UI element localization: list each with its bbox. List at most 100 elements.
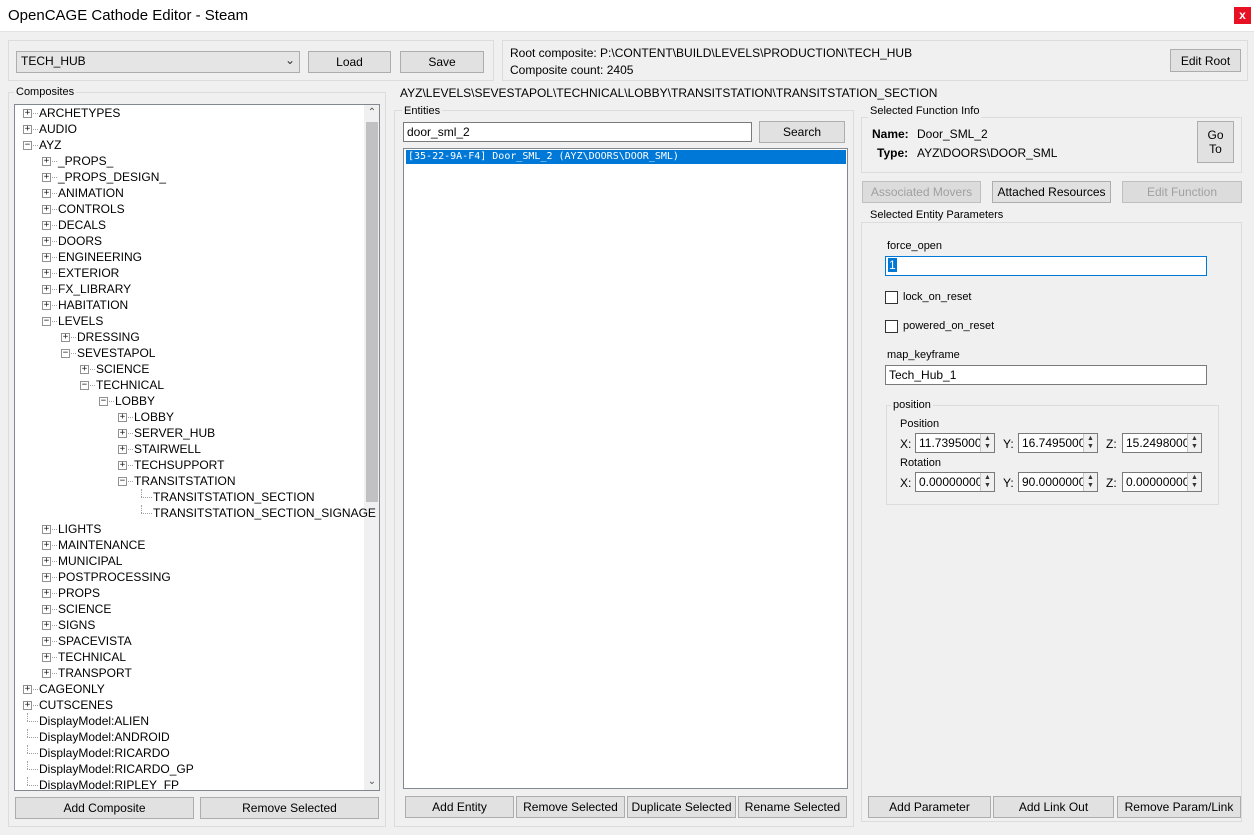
- rot-z-spinner-icon[interactable]: ▲ ▼: [1187, 473, 1201, 491]
- expand-icon[interactable]: +: [61, 333, 70, 342]
- map-keyframe-field[interactable]: Tech_Hub_1: [885, 365, 1207, 385]
- expand-icon[interactable]: +: [42, 589, 51, 598]
- pos-x-spinner-icon[interactable]: ▲ ▼: [980, 434, 994, 452]
- close-button[interactable]: x: [1234, 7, 1251, 24]
- expand-icon[interactable]: +: [42, 237, 51, 246]
- goto-button[interactable]: Go To: [1197, 121, 1234, 163]
- add-link-out-button[interactable]: Add Link Out: [993, 796, 1114, 818]
- tree-scrollbar[interactable]: ⌃ ⌄: [364, 105, 379, 790]
- pos-x-field[interactable]: 11.7395000(▲ ▼: [915, 433, 995, 453]
- tree-node[interactable]: + LIGHTS: [15, 521, 363, 537]
- tree-node[interactable]: + ENGINEERING: [15, 249, 363, 265]
- expand-icon[interactable]: +: [42, 557, 51, 566]
- tree-node[interactable]: DisplayModel:RICARDO_GP: [15, 761, 363, 777]
- tree-node[interactable]: + SCIENCE: [15, 361, 363, 377]
- remove-entity-button[interactable]: Remove Selected: [516, 796, 625, 818]
- pos-z-field[interactable]: 15.2498000(▲ ▼: [1122, 433, 1202, 453]
- collapse-icon[interactable]: −: [42, 317, 51, 326]
- tree-node[interactable]: + DECALS: [15, 217, 363, 233]
- expand-icon[interactable]: +: [23, 109, 32, 118]
- tree-node[interactable]: + _PROPS_DESIGN_: [15, 169, 363, 185]
- expand-icon[interactable]: +: [42, 189, 51, 198]
- save-button[interactable]: Save: [400, 51, 484, 73]
- lock-on-reset-checkbox[interactable]: [885, 291, 898, 304]
- expand-icon[interactable]: +: [23, 701, 32, 710]
- tree-node[interactable]: TRANSITSTATION_SECTION: [15, 489, 363, 505]
- expand-icon[interactable]: +: [42, 285, 51, 294]
- tree-node[interactable]: + MUNICIPAL: [15, 553, 363, 569]
- entity-list-item[interactable]: [35-22-9A-F4] Door_SML_2 (AYZ\DOORS\DOOR…: [406, 150, 846, 164]
- associated-movers-button[interactable]: Associated Movers: [862, 181, 981, 203]
- pos-y-field[interactable]: 16.7495000(▲ ▼: [1018, 433, 1098, 453]
- expand-icon[interactable]: +: [42, 205, 51, 214]
- tree-node[interactable]: + CAGEONLY: [15, 681, 363, 697]
- scrollbar-thumb[interactable]: [366, 122, 378, 502]
- expand-icon[interactable]: +: [42, 573, 51, 582]
- edit-function-button[interactable]: Edit Function: [1122, 181, 1242, 203]
- load-button[interactable]: Load: [308, 51, 391, 73]
- composites-tree[interactable]: ⌃ ⌄ + ARCHETYPES + AUDIO − AYZ + _PROPS_ + _PROPS…: [14, 104, 380, 791]
- tree-node[interactable]: + CONTROLS: [15, 201, 363, 217]
- rot-y-spinner-icon[interactable]: ▲ ▼: [1083, 473, 1097, 491]
- collapse-icon[interactable]: −: [61, 349, 70, 358]
- expand-icon[interactable]: +: [42, 301, 51, 310]
- expand-icon[interactable]: +: [42, 605, 51, 614]
- tree-node[interactable]: − TECHNICAL: [15, 377, 363, 393]
- tree-node[interactable]: + MAINTENANCE: [15, 537, 363, 553]
- collapse-icon[interactable]: −: [80, 381, 89, 390]
- entity-list[interactable]: [35-22-9A-F4] Door_SML_2 (AYZ\DOORS\DOOR…: [403, 148, 848, 789]
- tree-node[interactable]: − AYZ: [15, 137, 363, 153]
- tree-node[interactable]: − TRANSITSTATION: [15, 473, 363, 489]
- attached-resources-button[interactable]: Attached Resources: [992, 181, 1111, 203]
- tree-node[interactable]: + SPACEVISTA: [15, 633, 363, 649]
- expand-icon[interactable]: +: [23, 685, 32, 694]
- tree-node[interactable]: + SERVER_HUB: [15, 425, 363, 441]
- tree-node[interactable]: + TECHSUPPORT: [15, 457, 363, 473]
- remove-param-link-button[interactable]: Remove Param/Link: [1117, 796, 1241, 818]
- tree-node[interactable]: DisplayModel:ALIEN: [15, 713, 363, 729]
- expand-icon[interactable]: +: [118, 429, 127, 438]
- expand-icon[interactable]: +: [23, 125, 32, 134]
- scroll-up-icon[interactable]: ⌃: [364, 105, 379, 121]
- powered-on-reset-checkbox[interactable]: [885, 320, 898, 333]
- tree-node[interactable]: + TECHNICAL: [15, 649, 363, 665]
- tree-node[interactable]: + AUDIO: [15, 121, 363, 137]
- tree-node[interactable]: + DOORS: [15, 233, 363, 249]
- expand-icon[interactable]: +: [42, 669, 51, 678]
- tree-node[interactable]: + _PROPS_: [15, 153, 363, 169]
- expand-icon[interactable]: +: [42, 621, 51, 630]
- expand-icon[interactable]: +: [42, 173, 51, 182]
- rot-x-field[interactable]: 0.00000000 ▲ ▼: [915, 472, 995, 492]
- tree-node[interactable]: + ARCHETYPES: [15, 105, 363, 121]
- remove-composite-button[interactable]: Remove Selected: [200, 797, 379, 819]
- collapse-icon[interactable]: −: [23, 141, 32, 150]
- tree-node[interactable]: + STAIRWELL: [15, 441, 363, 457]
- expand-icon[interactable]: +: [42, 157, 51, 166]
- expand-icon[interactable]: +: [42, 221, 51, 230]
- add-entity-button[interactable]: Add Entity: [405, 796, 514, 818]
- tree-node[interactable]: DisplayModel:RICARDO: [15, 745, 363, 761]
- tree-node[interactable]: − LOBBY: [15, 393, 363, 409]
- tree-node[interactable]: + SIGNS: [15, 617, 363, 633]
- tree-node[interactable]: − SEVESTAPOL: [15, 345, 363, 361]
- level-select[interactable]: TECH_HUB ⌄: [16, 51, 300, 73]
- expand-icon[interactable]: +: [42, 525, 51, 534]
- tree-node[interactable]: + PROPS: [15, 585, 363, 601]
- expand-icon[interactable]: +: [42, 637, 51, 646]
- rename-entity-button[interactable]: Rename Selected: [738, 796, 847, 818]
- search-button[interactable]: Search: [759, 121, 845, 143]
- collapse-icon[interactable]: −: [118, 477, 127, 486]
- tree-node[interactable]: + CUTSCENES: [15, 697, 363, 713]
- tree-node[interactable]: − LEVELS: [15, 313, 363, 329]
- tree-node[interactable]: + SCIENCE: [15, 601, 363, 617]
- add-parameter-button[interactable]: Add Parameter: [868, 796, 991, 818]
- tree-node[interactable]: TRANSITSTATION_SECTION_SIGNAGE: [15, 505, 376, 521]
- tree-node[interactable]: + FX_LIBRARY: [15, 281, 363, 297]
- expand-icon[interactable]: +: [42, 269, 51, 278]
- tree-node[interactable]: + POSTPROCESSING: [15, 569, 363, 585]
- tree-node[interactable]: + EXTERIOR: [15, 265, 363, 281]
- pos-y-spinner-icon[interactable]: ▲ ▼: [1083, 434, 1097, 452]
- force-open-field[interactable]: 1: [885, 256, 1207, 276]
- expand-icon[interactable]: +: [118, 461, 127, 470]
- expand-icon[interactable]: +: [42, 541, 51, 550]
